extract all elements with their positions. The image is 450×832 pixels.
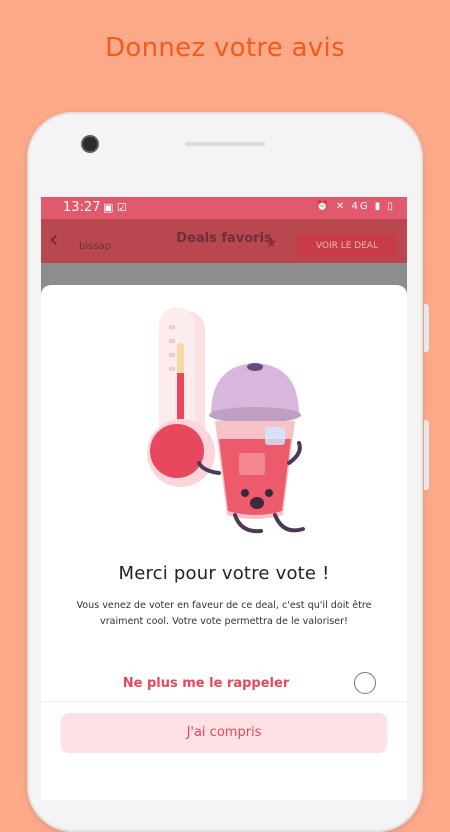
- battery-icon: ▯: [387, 201, 395, 212]
- speaker-grille: [185, 142, 265, 146]
- page-headline: Donnez votre avis: [105, 33, 345, 63]
- dialog-message: Vous venez de voter en faveur de ce deal…: [76, 600, 372, 627]
- vote-dialog: Merci pour votre vote ! Vous venez de vo…: [41, 285, 407, 800]
- app-bar: ‹ bissap Deals favoris ★ VOIR LE DEAL: [41, 219, 407, 263]
- signal-icon: ▮: [374, 201, 383, 212]
- dont-remind-label[interactable]: Ne plus me le rappeler: [71, 676, 341, 691]
- phone-screen: 13:27 ▣ ☑ ⏰ ✕ 4G ▮ ▯ ‹ bissap Deals favo…: [41, 197, 407, 800]
- dont-remind-row[interactable]: Ne plus me le rappeler: [41, 667, 407, 702]
- confirm-button[interactable]: J'ai compris: [61, 713, 387, 753]
- dialog-title: Merci pour votre vote !: [118, 563, 330, 584]
- mute-icon: ✕: [335, 201, 347, 212]
- status-right-icons: ⏰ ✕ 4G ▮ ▯: [316, 201, 395, 212]
- front-camera: [83, 137, 97, 151]
- favorite-star-icon[interactable]: ★: [265, 235, 278, 251]
- alarm-icon: ⏰: [316, 201, 331, 212]
- status-left-icons: ▣ ☑: [103, 201, 127, 214]
- dont-remind-radio[interactable]: [354, 672, 376, 694]
- view-deal-button[interactable]: VOIR LE DEAL: [297, 234, 397, 258]
- volume-button: [424, 304, 429, 352]
- status-bar: 13:27 ▣ ☑ ⏰ ✕ 4G ▮ ▯: [41, 197, 407, 219]
- power-button: [424, 420, 429, 490]
- status-time: 13:27: [63, 200, 101, 215]
- image-icon: ▣: [103, 201, 114, 214]
- network-4g-icon: 4G: [351, 201, 370, 212]
- check-box-icon: ☑: [116, 201, 127, 214]
- thermometer-drink-illustration: [147, 307, 305, 534]
